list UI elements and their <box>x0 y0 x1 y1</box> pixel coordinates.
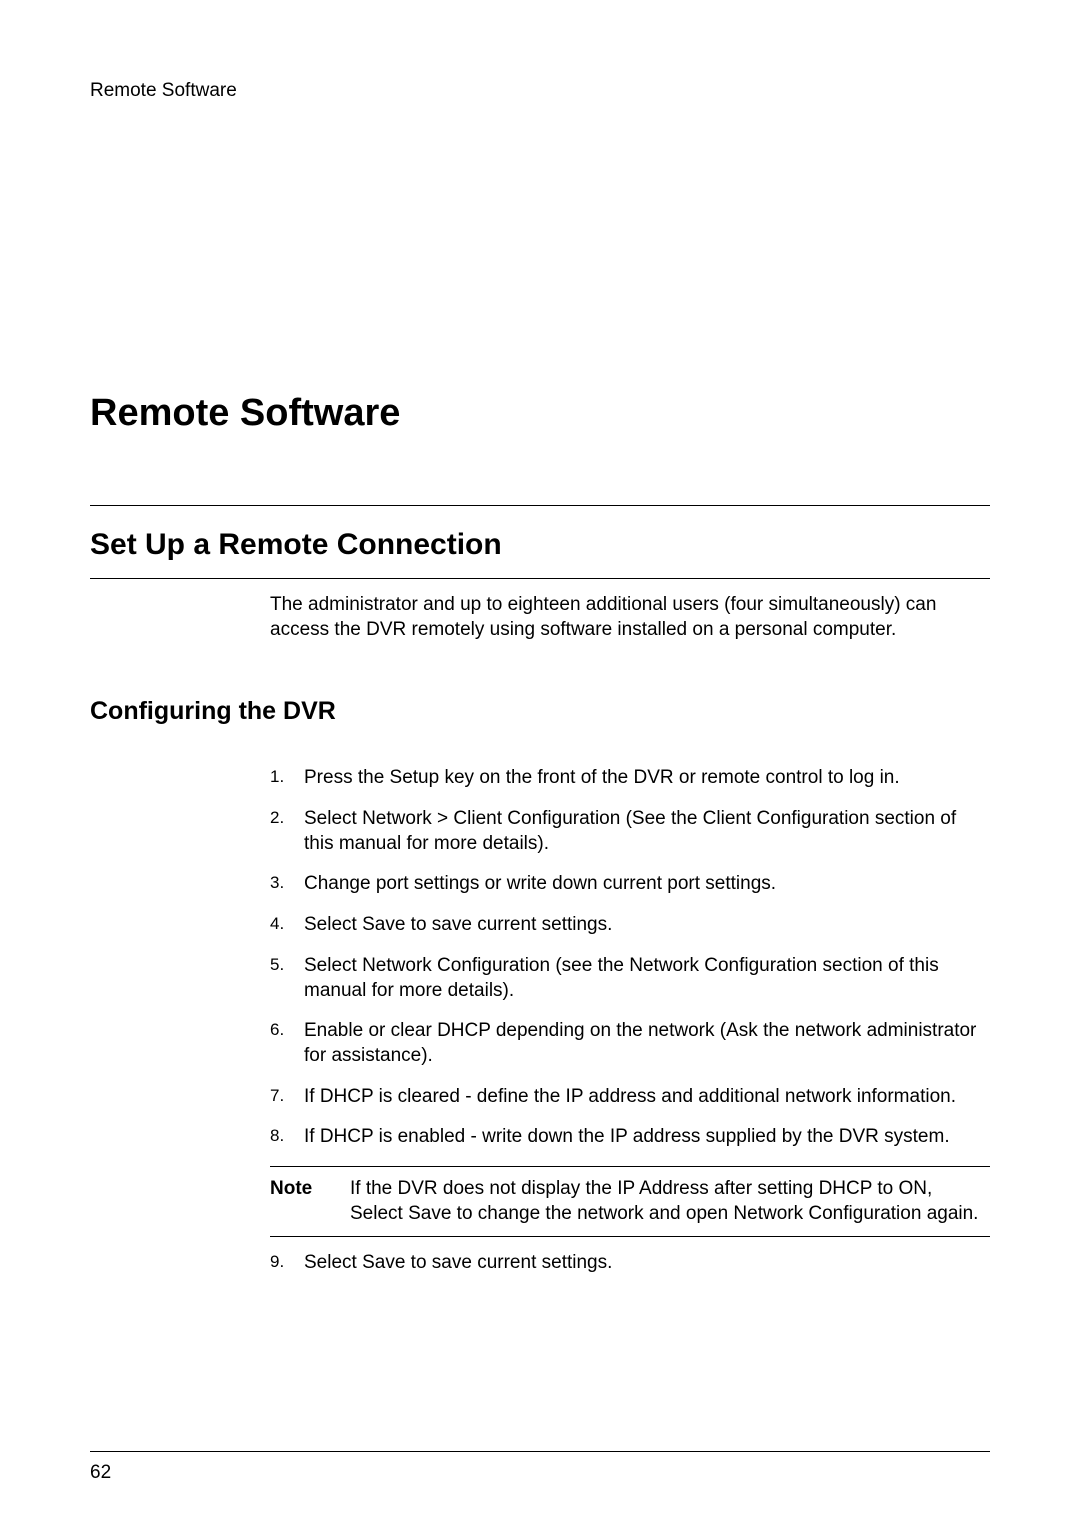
page-number: 62 <box>90 1462 990 1484</box>
list-item: 6. Enable or clear DHCP depending on the… <box>270 1019 990 1068</box>
note-label: Note <box>270 1177 350 1226</box>
list-text: Change port settings or write down curre… <box>304 872 990 897</box>
list-text: Select Save to save current settings. <box>304 913 990 938</box>
list-number: 7. <box>270 1085 304 1110</box>
list-item: 1. Press the Setup key on the front of t… <box>270 766 990 791</box>
list-number: 8. <box>270 1125 304 1150</box>
list-text: Enable or clear DHCP depending on the ne… <box>304 1019 990 1068</box>
numbered-list: 1. Press the Setup key on the front of t… <box>270 766 990 1150</box>
list-item: 3. Change port settings or write down cu… <box>270 872 990 897</box>
list-number: 1. <box>270 766 304 791</box>
list-number: 4. <box>270 913 304 938</box>
list-item: 5. Select Network Configuration (see the… <box>270 954 990 1003</box>
list-text: Select Network > Client Configuration (S… <box>304 807 990 856</box>
list-item: 2. Select Network > Client Configuration… <box>270 807 990 856</box>
list-text: Press the Setup key on the front of the … <box>304 766 990 791</box>
section-title: Set Up a Remote Connection <box>90 528 990 562</box>
list-item: 7. If DHCP is cleared - define the IP ad… <box>270 1085 990 1110</box>
list-text: If DHCP is enabled - write down the IP a… <box>304 1125 990 1150</box>
note-text: If the DVR does not display the IP Addre… <box>350 1177 990 1226</box>
list-item: 8. If DHCP is enabled - write down the I… <box>270 1125 990 1150</box>
list-number: 5. <box>270 954 304 1003</box>
running-header: Remote Software <box>90 80 990 102</box>
list-text: If DHCP is cleared - define the IP addre… <box>304 1085 990 1110</box>
footer: 62 <box>90 1451 990 1484</box>
list-number: 6. <box>270 1019 304 1068</box>
list-number: 9. <box>270 1251 304 1276</box>
list-number: 3. <box>270 872 304 897</box>
numbered-list-continued: 9. Select Save to save current settings. <box>270 1251 990 1276</box>
intro-paragraph: The administrator and up to eighteen add… <box>270 593 990 642</box>
list-number: 2. <box>270 807 304 856</box>
list-text: Select Network Configuration (see the Ne… <box>304 954 990 1003</box>
list-item: 9. Select Save to save current settings. <box>270 1251 990 1276</box>
subsection-title: Configuring the DVR <box>90 697 990 726</box>
section-divider-bottom <box>90 578 990 579</box>
chapter-title: Remote Software <box>90 392 990 435</box>
footer-divider <box>90 1451 990 1452</box>
section-divider-top <box>90 505 990 506</box>
note-block: Note If the DVR does not display the IP … <box>270 1166 990 1237</box>
list-item: 4. Select Save to save current settings. <box>270 913 990 938</box>
list-text: Select Save to save current settings. <box>304 1251 990 1276</box>
